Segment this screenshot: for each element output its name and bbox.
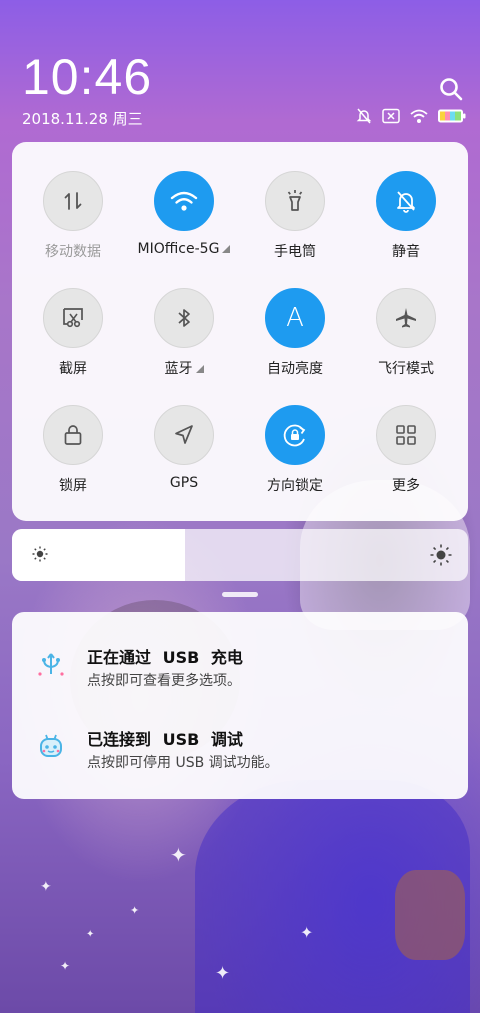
tile-label: 飞行模式 (378, 361, 434, 377)
notification-title: 已连接到 USB 调试 (87, 730, 243, 749)
tile-rotation-lock[interactable]: 方向锁定 (240, 405, 350, 495)
tile-label: GPS (169, 475, 199, 491)
tile-screenshot[interactable]: 截屏 (18, 288, 128, 378)
brightness-slider[interactable] (12, 529, 468, 581)
tile-lock-screen[interactable]: 锁屏 (18, 405, 128, 495)
sparkle-decoration: ✦ (86, 929, 95, 940)
tile-airplane-mode[interactable]: 飞行模式 (351, 288, 461, 378)
notification-subtitle: 点按即可停用 USB 调试功能。 (87, 755, 279, 771)
tile-label: 截屏 (59, 361, 87, 377)
tile-label: MIOffice-5G (129, 241, 239, 257)
clock[interactable]: 10:46 (22, 48, 152, 106)
grid-icon (376, 405, 436, 465)
wifi-icon (409, 108, 429, 124)
tile-label: 方向锁定 (267, 478, 323, 494)
notification-subtitle: 点按即可查看更多选项。 (87, 673, 241, 689)
tile-label: 蓝牙 (129, 358, 239, 378)
airplane-icon (376, 288, 436, 348)
quick-settings-panel: 移动数据 MIOffice-5G 手电筒 静音 截屏 蓝牙 A 自动亮度 飞行模… (12, 142, 468, 521)
bluetooth-icon (154, 288, 214, 348)
sparkle-decoration: ✦ (170, 843, 187, 867)
drag-handle[interactable] (222, 592, 258, 597)
screenshot-icon (43, 288, 103, 348)
flashlight-icon (265, 171, 325, 231)
expand-triangle-icon (222, 245, 231, 253)
battery-icon (438, 109, 466, 123)
tile-mobile-data[interactable]: 移动数据 (18, 171, 128, 261)
sparkle-decoration: ✦ (130, 904, 140, 917)
usb-debug-icon (36, 732, 66, 762)
mobile-data-icon (43, 171, 103, 231)
expand-triangle-icon (195, 365, 204, 373)
search-icon[interactable] (438, 76, 464, 102)
tile-gps[interactable]: GPS (129, 405, 239, 491)
sparkle-decoration: ✦ (215, 963, 231, 984)
no-sim-icon (382, 108, 400, 124)
bell-off-icon (376, 171, 436, 231)
tile-label: 自动亮度 (267, 361, 323, 377)
status-bar-icons (355, 107, 466, 125)
sparkle-decoration: ✦ (300, 923, 314, 942)
bluetooth-label: 蓝牙 (164, 361, 193, 377)
tile-label: 更多 (392, 478, 420, 494)
tile-more[interactable]: 更多 (351, 405, 461, 495)
sparkle-decoration: ✦ (40, 879, 52, 895)
wifi-icon (154, 171, 214, 231)
date-label[interactable]: 2018.11.28 周三 (22, 108, 143, 129)
sparkle-decoration: ✦ (60, 959, 71, 973)
brightness-high-icon (430, 544, 452, 570)
tile-label: 移动数据 (45, 244, 101, 260)
usb-charge-icon (36, 650, 66, 680)
notification-usb-debugging[interactable]: 已连接到 USB 调试 点按即可停用 USB 调试功能。 (12, 722, 468, 802)
notification-panel: 正在通过 USB 充电 点按即可查看更多选项。 已连接到 USB 调试 点按即可… (12, 612, 468, 799)
tile-label: 锁屏 (59, 478, 87, 494)
auto-brightness-icon: A (265, 288, 325, 348)
location-arrow-icon (154, 405, 214, 465)
brightness-low-icon (32, 546, 48, 566)
notification-usb-charging[interactable]: 正在通过 USB 充电 点按即可查看更多选项。 (12, 640, 468, 720)
lock-icon (43, 405, 103, 465)
tile-label: 静音 (392, 244, 420, 260)
notification-title: 正在通过 USB 充电 (87, 648, 243, 667)
tile-auto-brightness[interactable]: A 自动亮度 (240, 288, 350, 378)
tile-bluetooth[interactable]: 蓝牙 (129, 288, 239, 378)
rotation-lock-icon (265, 405, 325, 465)
tile-label: 手电筒 (274, 244, 316, 260)
wallpaper-print (395, 870, 465, 960)
tile-flashlight[interactable]: 手电筒 (240, 171, 350, 261)
tile-silent[interactable]: 静音 (351, 171, 461, 261)
wifi-network-name: MIOffice-5G (137, 241, 220, 257)
bell-off-icon (355, 107, 373, 125)
tile-wifi[interactable]: MIOffice-5G (129, 171, 239, 257)
